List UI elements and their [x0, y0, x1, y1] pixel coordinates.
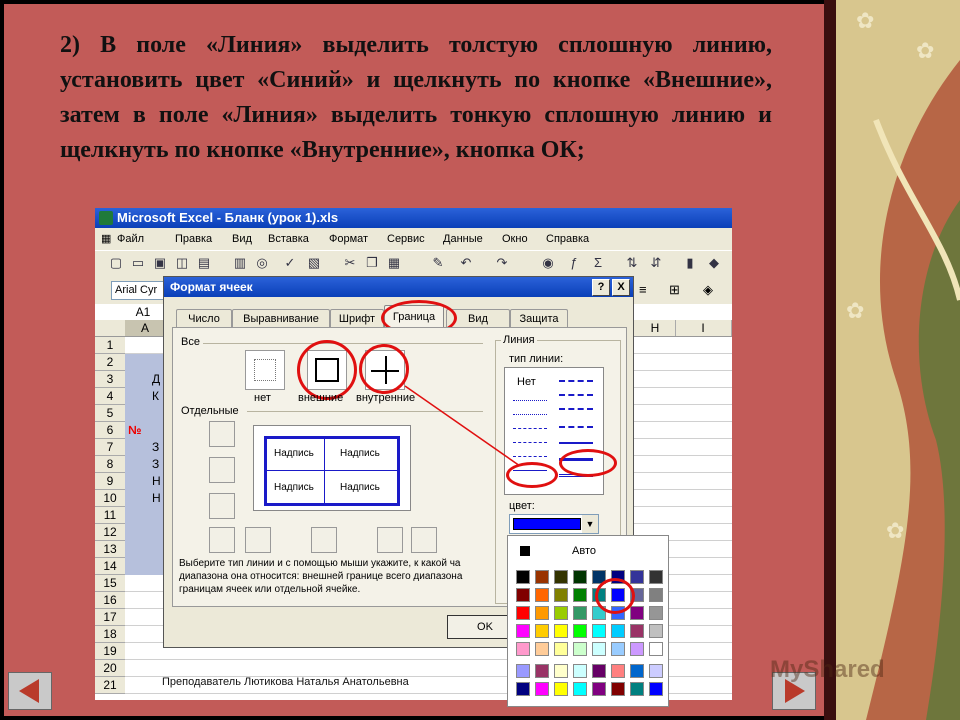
palette-color-swatch[interactable]	[611, 624, 625, 638]
palette-color-swatch[interactable]	[611, 642, 625, 656]
palette-color-swatch[interactable]	[630, 682, 644, 696]
auto-color-swatch[interactable]	[520, 546, 530, 556]
palette-color-swatch[interactable]	[649, 642, 663, 656]
palette-color-swatch[interactable]	[630, 570, 644, 584]
palette-color-swatch[interactable]	[630, 624, 644, 638]
palette-color-swatch[interactable]	[554, 624, 568, 638]
palette-color-swatch[interactable]	[516, 588, 530, 602]
auto-color-label[interactable]: Авто	[572, 545, 596, 558]
palette-color-swatch[interactable]	[630, 606, 644, 620]
palette-color-swatch[interactable]	[516, 570, 530, 584]
palette-color-swatch[interactable]	[554, 588, 568, 602]
arrow-left-icon	[19, 679, 39, 703]
palette-color-swatch[interactable]	[573, 606, 587, 620]
palette-color-swatch[interactable]	[573, 682, 587, 696]
watermark-logo: MyShared	[770, 656, 885, 683]
palette-color-swatch[interactable]	[535, 624, 549, 638]
annotation-line	[404, 385, 521, 467]
palette-color-swatch[interactable]	[554, 606, 568, 620]
palette-color-swatch[interactable]	[611, 682, 625, 696]
palette-color-swatch[interactable]	[554, 642, 568, 656]
palette-color-swatch[interactable]	[516, 624, 530, 638]
palette-color-swatch[interactable]	[649, 606, 663, 620]
palette-color-swatch[interactable]	[535, 606, 549, 620]
footer-author: Преподаватель Лютикова Наталья Анатольев…	[162, 676, 409, 688]
highlight-ring	[595, 578, 635, 614]
palette-color-swatch[interactable]	[535, 682, 549, 696]
palette-color-swatch[interactable]	[516, 664, 530, 678]
palette-color-swatch[interactable]	[611, 664, 625, 678]
palette-color-swatch[interactable]	[516, 642, 530, 656]
palette-color-swatch[interactable]	[535, 570, 549, 584]
palette-color-swatch[interactable]	[592, 624, 606, 638]
palette-color-swatch[interactable]	[535, 642, 549, 656]
palette-color-swatch[interactable]	[554, 664, 568, 678]
palette-color-swatch[interactable]	[649, 624, 663, 638]
palette-color-swatch[interactable]	[649, 570, 663, 584]
palette-color-swatch[interactable]	[554, 570, 568, 584]
palette-color-swatch[interactable]	[592, 682, 606, 696]
palette-color-swatch[interactable]	[630, 664, 644, 678]
palette-color-swatch[interactable]	[573, 570, 587, 584]
palette-color-swatch[interactable]	[573, 642, 587, 656]
palette-color-swatch[interactable]	[649, 588, 663, 602]
palette-color-swatch[interactable]	[573, 624, 587, 638]
prev-slide-button[interactable]	[8, 672, 52, 710]
palette-color-swatch[interactable]	[516, 682, 530, 696]
palette-color-swatch[interactable]	[630, 642, 644, 656]
palette-color-swatch[interactable]	[649, 682, 663, 696]
palette-color-swatch[interactable]	[592, 642, 606, 656]
palette-color-swatch[interactable]	[649, 664, 663, 678]
palette-color-swatch[interactable]	[573, 588, 587, 602]
color-palette: Авто	[507, 535, 669, 707]
palette-color-swatch[interactable]	[554, 682, 568, 696]
palette-color-swatch[interactable]	[535, 664, 549, 678]
slide: ✿ ✿ ✿ ✿ 2) В поле «Линия» выделить толст…	[0, 0, 960, 720]
palette-color-swatch[interactable]	[573, 664, 587, 678]
annotation-arrow	[404, 385, 521, 467]
palette-color-swatch[interactable]	[535, 588, 549, 602]
palette-color-swatch[interactable]	[592, 664, 606, 678]
palette-color-swatch[interactable]	[516, 606, 530, 620]
